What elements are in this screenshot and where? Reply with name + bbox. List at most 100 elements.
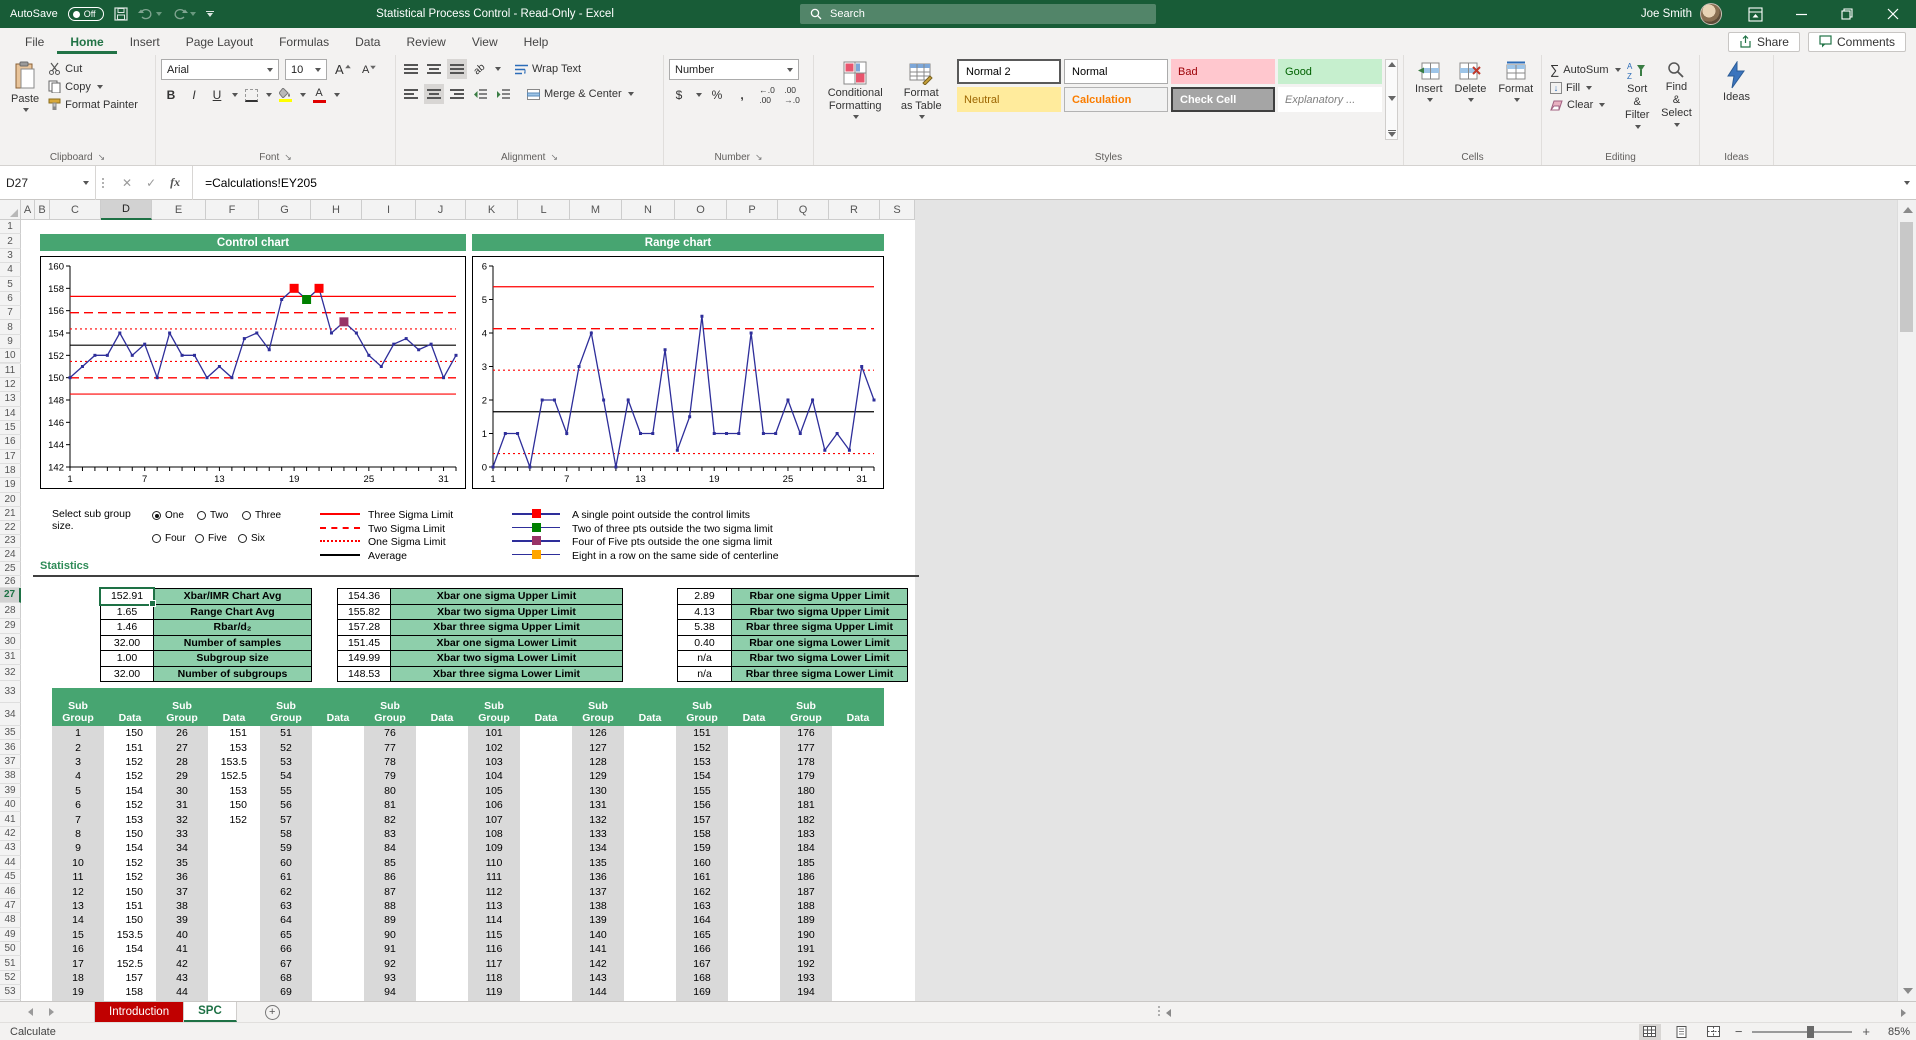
- data-cell-subgroup[interactable]: 77: [364, 740, 416, 754]
- vertical-scroll-thumb[interactable]: [1900, 222, 1913, 332]
- middle-align-button[interactable]: [424, 59, 444, 79]
- data-cell-value[interactable]: [728, 784, 780, 798]
- data-cell-subgroup[interactable]: 193: [780, 971, 832, 985]
- data-cell-value[interactable]: [520, 726, 572, 740]
- data-cell-subgroup[interactable]: 163: [676, 899, 728, 913]
- data-cell-value[interactable]: [520, 899, 572, 913]
- data-cell-value[interactable]: [312, 985, 364, 999]
- data-cell-subgroup[interactable]: 79: [364, 769, 416, 783]
- data-cell-subgroup[interactable]: 166: [676, 942, 728, 956]
- data-cell-subgroup[interactable]: 135: [572, 856, 624, 870]
- data-cell-value[interactable]: [208, 827, 260, 841]
- data-cell-value[interactable]: [520, 956, 572, 970]
- data-cell-value[interactable]: [520, 841, 572, 855]
- style-check[interactable]: Check Cell: [1171, 87, 1275, 112]
- subgroup-radio-one[interactable]: One: [152, 510, 184, 521]
- orientation-menu[interactable]: [495, 67, 501, 71]
- data-cell-subgroup[interactable]: 152: [676, 740, 728, 754]
- data-cell-subgroup[interactable]: 27: [156, 740, 208, 754]
- data-cell-subgroup[interactable]: 30: [156, 784, 208, 798]
- orientation-button[interactable]: ab: [470, 59, 490, 79]
- data-cell-subgroup[interactable]: 169: [676, 985, 728, 999]
- confirm-entry-button[interactable]: ✓: [146, 176, 156, 190]
- data-cell-value[interactable]: [832, 755, 884, 769]
- data-cell-value[interactable]: [728, 928, 780, 942]
- data-cell-value[interactable]: [832, 798, 884, 812]
- data-cell-value[interactable]: [832, 841, 884, 855]
- data-cell-subgroup[interactable]: 153: [676, 755, 728, 769]
- data-cell-value[interactable]: [208, 971, 260, 985]
- data-cell-subgroup[interactable]: 131: [572, 798, 624, 812]
- data-cell-subgroup[interactable]: 158: [676, 827, 728, 841]
- cancel-entry-button[interactable]: ✕: [122, 176, 132, 190]
- gallery-expand[interactable]: [1388, 130, 1396, 138]
- data-cell-subgroup[interactable]: 42: [156, 956, 208, 970]
- data-cell-value[interactable]: 157: [104, 971, 156, 985]
- data-cell-value[interactable]: [416, 827, 468, 841]
- data-cell-subgroup[interactable]: 109: [468, 841, 520, 855]
- underline-button[interactable]: U: [207, 85, 227, 105]
- data-cell-value[interactable]: [728, 971, 780, 985]
- data-cell-value[interactable]: [832, 784, 884, 798]
- data-cell-value[interactable]: [416, 928, 468, 942]
- data-cell-subgroup[interactable]: 39: [156, 913, 208, 927]
- data-cell-value[interactable]: 151: [208, 726, 260, 740]
- data-cell-value[interactable]: [312, 726, 364, 740]
- data-cell-value[interactable]: [520, 740, 572, 754]
- tab-data[interactable]: Data: [342, 30, 393, 54]
- percent-button[interactable]: %: [707, 85, 727, 105]
- data-cell-value[interactable]: [624, 956, 676, 970]
- data-cell-subgroup[interactable]: 189: [780, 913, 832, 927]
- data-cell-value[interactable]: [416, 755, 468, 769]
- borders-button[interactable]: [241, 85, 261, 105]
- data-cell-subgroup[interactable]: 133: [572, 827, 624, 841]
- name-box[interactable]: D27: [0, 166, 96, 200]
- data-cell-value[interactable]: 150: [104, 827, 156, 841]
- data-cell-value[interactable]: [832, 985, 884, 999]
- data-cell-value[interactable]: [416, 812, 468, 826]
- sheet-tab-scroll-left[interactable]: [28, 1008, 33, 1016]
- sort-filter-button[interactable]: AZ Sort & Filter: [1619, 59, 1655, 131]
- data-cell-subgroup[interactable]: 159: [676, 841, 728, 855]
- data-cell-subgroup[interactable]: 182: [780, 812, 832, 826]
- data-cell-subgroup[interactable]: 76: [364, 726, 416, 740]
- gallery-scroll-down[interactable]: [1388, 96, 1396, 101]
- stats-value-cell[interactable]: 155.82: [337, 604, 391, 621]
- data-cell-subgroup[interactable]: 191: [780, 942, 832, 956]
- data-cell-value[interactable]: [624, 769, 676, 783]
- data-cell-subgroup[interactable]: 11: [52, 870, 104, 884]
- data-cell-value[interactable]: [624, 884, 676, 898]
- clipboard-dialog-launcher[interactable]: ↘: [98, 152, 106, 163]
- data-cell-subgroup[interactable]: 84: [364, 841, 416, 855]
- data-cell-value[interactable]: [728, 740, 780, 754]
- data-cell-subgroup[interactable]: 142: [572, 956, 624, 970]
- data-cell-value[interactable]: 152: [208, 812, 260, 826]
- data-cell-subgroup[interactable]: 93: [364, 971, 416, 985]
- data-cell-subgroup[interactable]: 188: [780, 899, 832, 913]
- data-cell-value[interactable]: 151: [104, 899, 156, 913]
- subgroup-radio-five[interactable]: Five: [195, 533, 227, 544]
- data-cell-value[interactable]: [520, 913, 572, 927]
- data-cell-value[interactable]: [520, 856, 572, 870]
- data-cell-subgroup[interactable]: 8: [52, 827, 104, 841]
- data-cell-subgroup[interactable]: 1: [52, 726, 104, 740]
- data-cell-value[interactable]: 150: [104, 884, 156, 898]
- data-cell-subgroup[interactable]: 117: [468, 956, 520, 970]
- data-cell-subgroup[interactable]: 29: [156, 769, 208, 783]
- range-chart[interactable]: 01234561713192531: [472, 256, 884, 489]
- data-cell-value[interactable]: [624, 798, 676, 812]
- data-cell-value[interactable]: [312, 884, 364, 898]
- data-cell-subgroup[interactable]: 114: [468, 913, 520, 927]
- data-cell-value[interactable]: [728, 899, 780, 913]
- data-cell-subgroup[interactable]: 64: [260, 913, 312, 927]
- data-cell-subgroup[interactable]: 78: [364, 755, 416, 769]
- data-cell-value[interactable]: [520, 784, 572, 798]
- data-cell-subgroup[interactable]: 90: [364, 928, 416, 942]
- data-cell-value[interactable]: 150: [104, 913, 156, 927]
- data-cell-value[interactable]: [416, 856, 468, 870]
- data-cell-value[interactable]: [520, 769, 572, 783]
- stats-value-cell[interactable]: n/a: [677, 650, 732, 667]
- data-cell-subgroup[interactable]: 13: [52, 899, 104, 913]
- data-cell-value[interactable]: [832, 740, 884, 754]
- stats-value-cell[interactable]: 2.89: [677, 588, 732, 605]
